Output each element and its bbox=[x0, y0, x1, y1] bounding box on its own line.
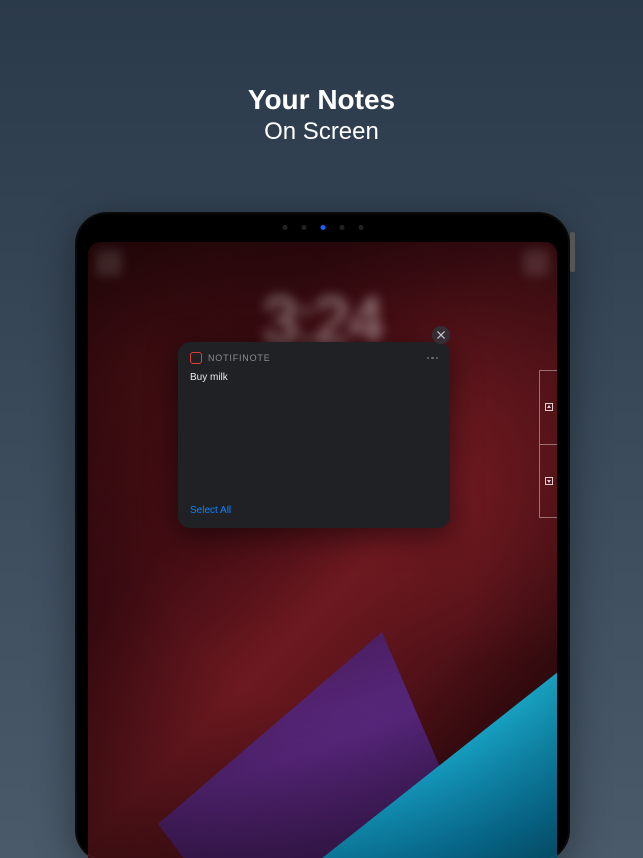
tablet-device-frame: 3:24 ‎ ‎ ‎ ‎ ‎ ‎ ‎ ‎ ‎ ‎ ‎ ‎ ‎ ‎ ‎ ‎ NOT… bbox=[75, 212, 570, 858]
note-text: Buy milk bbox=[190, 372, 438, 500]
notification-widget[interactable]: NOTIFINOTE Buy milk Select All bbox=[178, 342, 450, 528]
status-blur-right bbox=[523, 250, 549, 276]
widget-header: NOTIFINOTE bbox=[190, 352, 438, 364]
more-button[interactable] bbox=[427, 357, 439, 360]
close-button[interactable] bbox=[432, 326, 450, 344]
promo-subtitle: On Screen bbox=[0, 118, 643, 146]
status-blur-left bbox=[96, 250, 122, 276]
promo-heading: Your Notes On Screen bbox=[0, 84, 643, 146]
more-icon bbox=[427, 357, 430, 360]
device-camera-bar bbox=[282, 225, 363, 230]
app-name-label: NOTIFINOTE bbox=[208, 353, 271, 363]
side-rail bbox=[539, 370, 557, 518]
select-all-link[interactable]: Select All bbox=[190, 505, 231, 516]
app-badge-icon bbox=[190, 352, 202, 364]
device-screen: 3:24 ‎ ‎ ‎ ‎ ‎ ‎ ‎ ‎ ‎ ‎ ‎ ‎ ‎ ‎ ‎ ‎ NOT… bbox=[88, 242, 557, 858]
arrow-down-square-icon bbox=[545, 477, 553, 485]
close-icon bbox=[437, 331, 445, 339]
device-side-button bbox=[570, 232, 575, 272]
side-rail-up-button[interactable] bbox=[540, 371, 557, 445]
promo-title: Your Notes bbox=[0, 84, 643, 116]
side-rail-down-button[interactable] bbox=[540, 445, 557, 518]
arrow-up-square-icon bbox=[545, 403, 553, 411]
